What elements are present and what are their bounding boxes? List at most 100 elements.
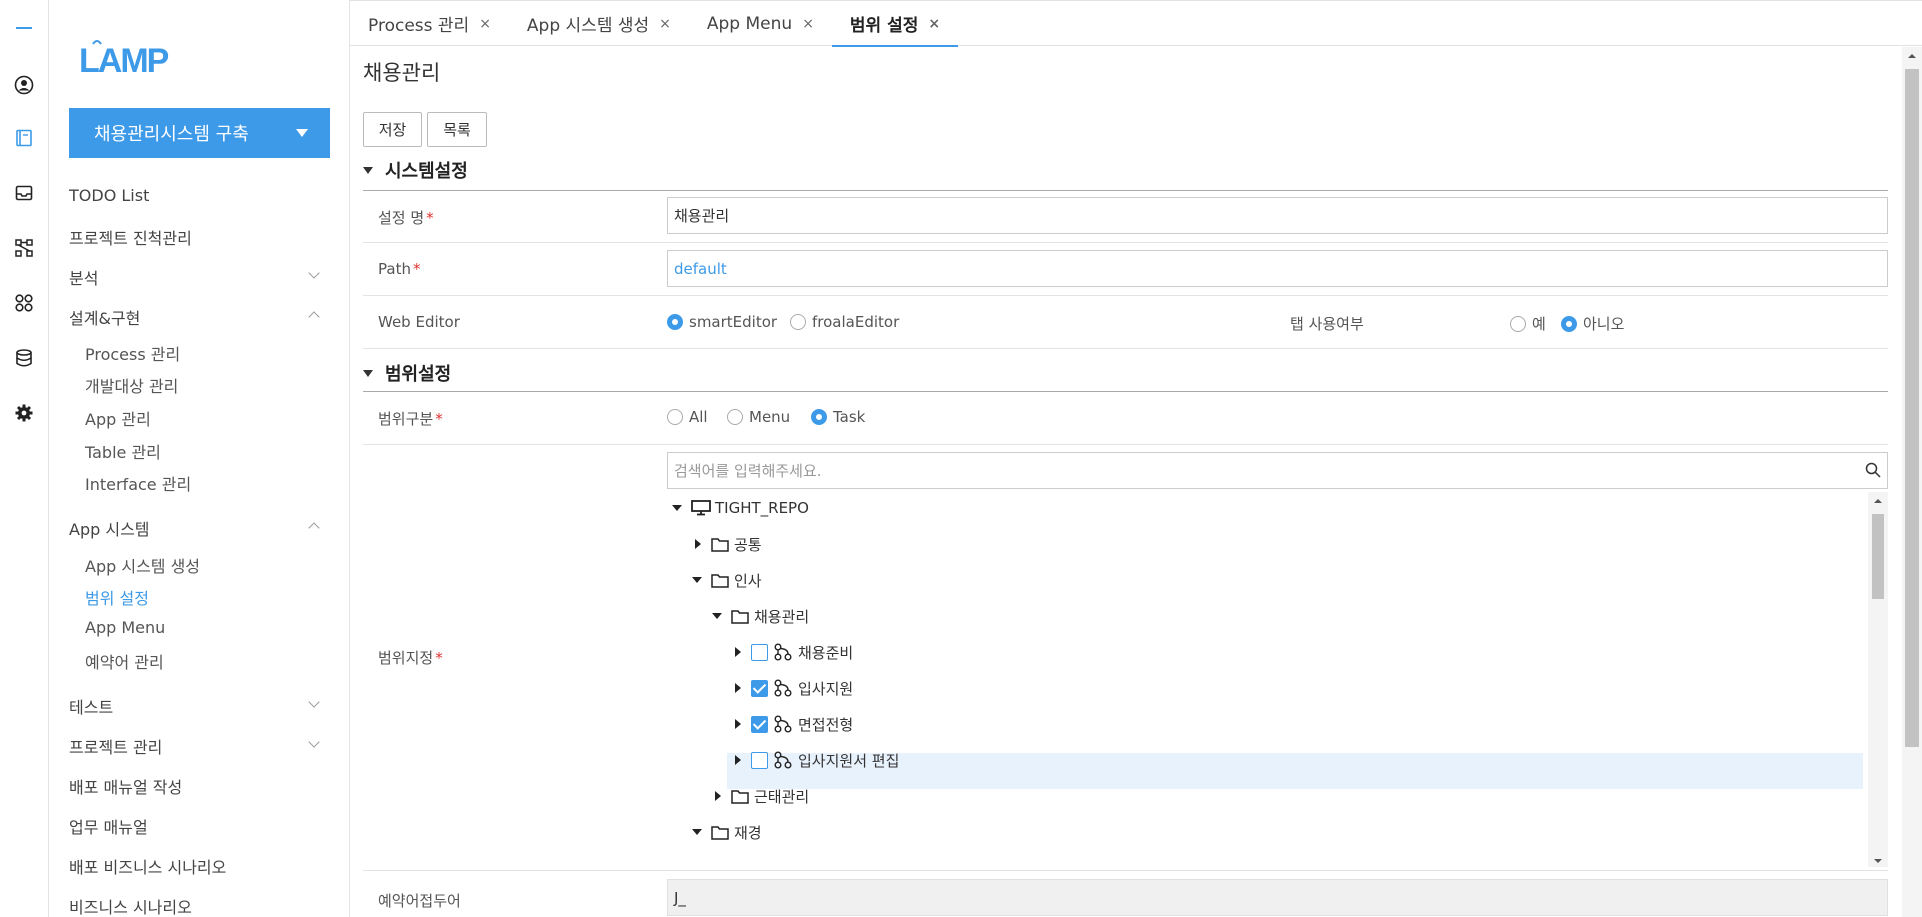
tree-node-task[interactable]: 채용준비	[731, 640, 853, 664]
page-scrollbar[interactable]	[1902, 47, 1922, 917]
checkbox-checked[interactable]	[751, 679, 768, 697]
section-scope-settings[interactable]: 범위설정	[363, 360, 451, 386]
menu-icon[interactable]	[12, 16, 36, 40]
apps-icon[interactable]	[12, 291, 36, 315]
folder-icon	[731, 609, 749, 624]
save-button[interactable]: 저장	[363, 112, 422, 147]
divider	[363, 444, 1888, 445]
divider	[363, 295, 1888, 296]
sidebar-sub-scope[interactable]: 범위 설정	[85, 585, 149, 609]
tree-node-attendance[interactable]: 근태관리	[711, 784, 809, 808]
checkbox[interactable]	[751, 643, 768, 661]
web-editor-label: Web Editor	[378, 313, 460, 331]
sidebar-sub-dev-target[interactable]: 개발대상 관리	[85, 373, 178, 397]
tab-app-menu[interactable]: App Menu ×	[689, 1, 832, 46]
divider	[363, 870, 1888, 871]
caret-right-icon[interactable]	[691, 537, 705, 551]
inbox-icon[interactable]	[12, 181, 36, 205]
sidebar-sub-app-create[interactable]: App 시스템 생성	[85, 553, 200, 577]
close-icon[interactable]: ×	[928, 16, 940, 32]
caret-right-icon[interactable]	[711, 789, 725, 803]
scrollbar-thumb[interactable]	[1905, 69, 1919, 747]
sidebar-item-project-mgmt[interactable]: 프로젝트 관리	[69, 734, 330, 758]
tree-node-task[interactable]: 면접전형	[731, 712, 853, 736]
sidebar-sub-table[interactable]: Table 관리	[85, 439, 161, 463]
tree-node-task[interactable]: 입사지원서 편집	[731, 748, 899, 772]
tree-node-hr[interactable]: 인사	[691, 568, 762, 592]
scroll-up-icon[interactable]	[1902, 50, 1922, 62]
sidebar-sub-process[interactable]: Process 관리	[85, 341, 180, 365]
tab-scope[interactable]: 범위 설정 ×	[831, 1, 959, 47]
sidebar-item-test[interactable]: 테스트	[69, 694, 330, 718]
scrollbar-thumb[interactable]	[1872, 514, 1884, 599]
sidebar-item-app-system[interactable]: App 시스템	[69, 516, 330, 540]
caret-right-icon[interactable]	[731, 717, 745, 731]
radio-froala-editor[interactable]: froalaEditor	[790, 313, 899, 331]
radio-scope-menu[interactable]: Menu	[727, 408, 790, 426]
sidebar-item-design[interactable]: 설계&구현	[69, 305, 330, 329]
caret-down-icon[interactable]	[711, 609, 725, 623]
collapse-icon	[363, 369, 373, 377]
sidebar-sub-reserved[interactable]: 예약어 관리	[85, 649, 164, 673]
tree-node-finance[interactable]: 재경	[691, 820, 762, 844]
chevron-down-icon	[308, 736, 320, 748]
sidebar-item-scenario[interactable]: 비즈니스 시나리오	[69, 894, 330, 917]
sidebar-item-analysis[interactable]: 분석	[69, 265, 330, 289]
gear-icon[interactable]	[12, 401, 36, 425]
user-icon[interactable]	[12, 73, 36, 97]
scroll-up-icon[interactable]	[1868, 495, 1888, 507]
folder-icon	[731, 789, 749, 804]
checkbox-checked[interactable]	[751, 715, 768, 733]
sidebar-sub-app[interactable]: App 관리	[85, 406, 151, 430]
project-select[interactable]: 채용관리시스템 구축	[69, 108, 330, 158]
tree-node-recruit[interactable]: 채용관리	[711, 604, 809, 628]
tab-process[interactable]: Process 관리 ×	[350, 1, 509, 46]
flow-icon[interactable]	[12, 236, 36, 260]
radio-tab-yes[interactable]: 예	[1510, 313, 1546, 334]
scroll-down-icon[interactable]	[1868, 855, 1888, 867]
caret-down-icon[interactable]	[691, 573, 705, 587]
tree-search-input[interactable]: 검색어를 입력해주세요.	[667, 452, 1888, 489]
sidebar-item-deploy-scenario[interactable]: 배포 비즈니스 시나리오	[69, 854, 330, 878]
divider	[363, 242, 1888, 243]
list-button[interactable]: 목록	[427, 112, 487, 147]
section-system-settings[interactable]: 시스템설정	[363, 157, 468, 183]
svg-text:LAMP: LAMP	[79, 42, 169, 80]
tree-node-common[interactable]: 공통	[691, 532, 762, 556]
search-icon[interactable]	[1865, 462, 1881, 478]
sidebar-item-todo[interactable]: TODO List	[69, 186, 330, 205]
sidebar-sub-interface[interactable]: Interface 관리	[85, 471, 191, 495]
sidebar-item-deploy-manual[interactable]: 배포 매뉴얼 작성	[69, 774, 330, 798]
sidebar-item-work-manual[interactable]: 업무 매뉴얼	[69, 814, 330, 838]
tree-scrollbar[interactable]	[1868, 492, 1888, 867]
caret-right-icon[interactable]	[731, 645, 745, 659]
path-field[interactable]: default	[667, 250, 1888, 287]
caret-right-icon[interactable]	[731, 681, 745, 695]
folder-icon	[711, 825, 729, 840]
radio-tab-no[interactable]: 아니오	[1561, 313, 1624, 334]
scope-type-label: 범위구분 *	[378, 410, 443, 428]
name-field[interactable]: 채용관리	[667, 197, 1888, 234]
main-content: 채용관리 저장 목록 시스템설정 설정 명 * 채용관리 Path * defaul…	[350, 47, 1902, 917]
radio-scope-all[interactable]: All	[667, 408, 708, 426]
monitor-icon	[691, 500, 711, 516]
process-icon	[774, 643, 792, 661]
radio-smart-editor[interactable]: smartEditor	[667, 313, 777, 331]
caret-down-icon[interactable]	[671, 501, 685, 515]
tab-app-system-create[interactable]: App 시스템 생성 ×	[509, 1, 689, 46]
reserved-prefix-field[interactable]: J_	[667, 879, 1888, 916]
close-icon[interactable]: ×	[659, 16, 671, 32]
close-icon[interactable]: ×	[802, 16, 814, 32]
caret-right-icon[interactable]	[731, 753, 745, 767]
database-icon[interactable]	[12, 346, 36, 370]
divider	[363, 190, 1888, 191]
tree-node-root[interactable]: TIGHT_REPO	[671, 496, 809, 520]
radio-scope-task[interactable]: Task	[811, 408, 865, 426]
sidebar-sub-app-menu[interactable]: App Menu	[85, 618, 165, 637]
close-icon[interactable]: ×	[479, 16, 491, 32]
book-icon[interactable]	[12, 126, 36, 150]
sidebar-item-progress[interactable]: 프로젝트 진척관리	[69, 225, 330, 249]
tree-node-task[interactable]: 입사지원	[731, 676, 853, 700]
checkbox[interactable]	[751, 751, 768, 769]
caret-down-icon[interactable]	[691, 825, 705, 839]
